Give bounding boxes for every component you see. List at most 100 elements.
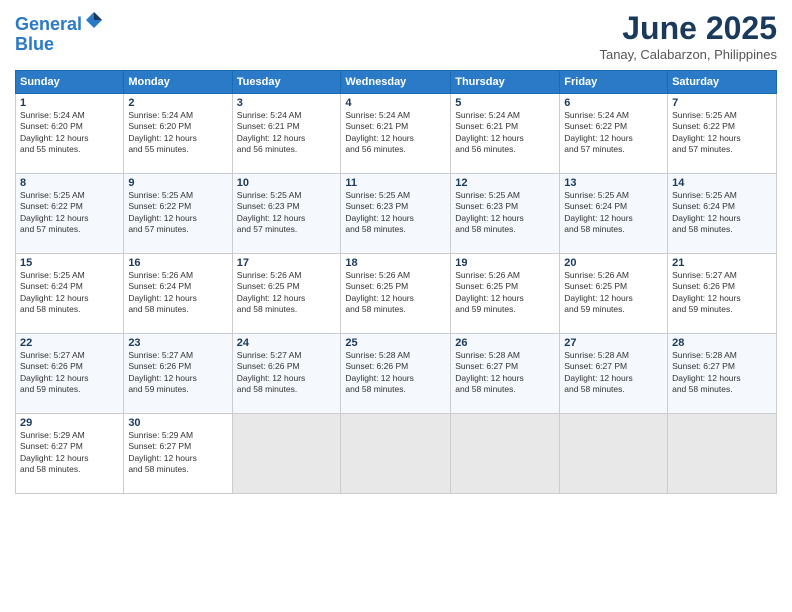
- day-number: 18: [345, 257, 446, 269]
- table-row: 2Sunrise: 5:24 AMSunset: 6:20 PMDaylight…: [124, 94, 232, 174]
- day-info: Sunrise: 5:27 AMSunset: 6:26 PMDaylight:…: [237, 350, 337, 396]
- day-number: 11: [345, 177, 446, 189]
- day-info: Sunrise: 5:27 AMSunset: 6:26 PMDaylight:…: [20, 350, 119, 396]
- table-row: [451, 414, 560, 494]
- table-row: 12Sunrise: 5:25 AMSunset: 6:23 PMDayligh…: [451, 174, 560, 254]
- table-row: 13Sunrise: 5:25 AMSunset: 6:24 PMDayligh…: [560, 174, 668, 254]
- day-number: 27: [564, 337, 663, 349]
- day-number: 28: [672, 337, 772, 349]
- day-number: 2: [128, 97, 227, 109]
- day-header-row: Sunday Monday Tuesday Wednesday Thursday…: [16, 71, 777, 94]
- table-row: 28Sunrise: 5:28 AMSunset: 6:27 PMDayligh…: [668, 334, 777, 414]
- table-row: 15Sunrise: 5:25 AMSunset: 6:24 PMDayligh…: [16, 254, 124, 334]
- table-row: 30Sunrise: 5:29 AMSunset: 6:27 PMDayligh…: [124, 414, 232, 494]
- day-info: Sunrise: 5:26 AMSunset: 6:25 PMDaylight:…: [345, 270, 446, 316]
- logo-icon: [84, 10, 104, 30]
- logo: General Blue: [15, 10, 104, 55]
- day-info: Sunrise: 5:25 AMSunset: 6:24 PMDaylight:…: [564, 190, 663, 236]
- calendar-week-row: 1Sunrise: 5:24 AMSunset: 6:20 PMDaylight…: [16, 94, 777, 174]
- day-info: Sunrise: 5:26 AMSunset: 6:24 PMDaylight:…: [128, 270, 227, 316]
- day-number: 22: [20, 337, 119, 349]
- table-row: 29Sunrise: 5:29 AMSunset: 6:27 PMDayligh…: [16, 414, 124, 494]
- table-row: 17Sunrise: 5:26 AMSunset: 6:25 PMDayligh…: [232, 254, 341, 334]
- table-row: 21Sunrise: 5:27 AMSunset: 6:26 PMDayligh…: [668, 254, 777, 334]
- day-number: 19: [455, 257, 555, 269]
- table-row: 19Sunrise: 5:26 AMSunset: 6:25 PMDayligh…: [451, 254, 560, 334]
- table-row: 1Sunrise: 5:24 AMSunset: 6:20 PMDaylight…: [16, 94, 124, 174]
- day-number: 30: [128, 417, 227, 429]
- day-info: Sunrise: 5:24 AMSunset: 6:21 PMDaylight:…: [345, 110, 446, 156]
- day-info: Sunrise: 5:27 AMSunset: 6:26 PMDaylight:…: [128, 350, 227, 396]
- table-row: 6Sunrise: 5:24 AMSunset: 6:22 PMDaylight…: [560, 94, 668, 174]
- day-number: 6: [564, 97, 663, 109]
- month-title: June 2025: [599, 10, 777, 47]
- table-row: [232, 414, 341, 494]
- day-info: Sunrise: 5:29 AMSunset: 6:27 PMDaylight:…: [20, 430, 119, 476]
- table-row: 5Sunrise: 5:24 AMSunset: 6:21 PMDaylight…: [451, 94, 560, 174]
- day-number: 7: [672, 97, 772, 109]
- day-info: Sunrise: 5:24 AMSunset: 6:22 PMDaylight:…: [564, 110, 663, 156]
- day-info: Sunrise: 5:25 AMSunset: 6:24 PMDaylight:…: [20, 270, 119, 316]
- table-row: 11Sunrise: 5:25 AMSunset: 6:23 PMDayligh…: [341, 174, 451, 254]
- col-friday: Friday: [560, 71, 668, 94]
- logo-line1: General: [15, 14, 82, 34]
- day-info: Sunrise: 5:28 AMSunset: 6:27 PMDaylight:…: [672, 350, 772, 396]
- table-row: 26Sunrise: 5:28 AMSunset: 6:27 PMDayligh…: [451, 334, 560, 414]
- day-info: Sunrise: 5:24 AMSunset: 6:20 PMDaylight:…: [20, 110, 119, 156]
- day-info: Sunrise: 5:25 AMSunset: 6:24 PMDaylight:…: [672, 190, 772, 236]
- day-number: 16: [128, 257, 227, 269]
- day-number: 10: [237, 177, 337, 189]
- table-row: 27Sunrise: 5:28 AMSunset: 6:27 PMDayligh…: [560, 334, 668, 414]
- page: General Blue June 2025 Tanay, Calabarzon…: [0, 0, 792, 612]
- calendar-body: 1Sunrise: 5:24 AMSunset: 6:20 PMDaylight…: [16, 94, 777, 494]
- col-sunday: Sunday: [16, 71, 124, 94]
- col-tuesday: Tuesday: [232, 71, 341, 94]
- col-monday: Monday: [124, 71, 232, 94]
- table-row: 7Sunrise: 5:25 AMSunset: 6:22 PMDaylight…: [668, 94, 777, 174]
- col-thursday: Thursday: [451, 71, 560, 94]
- day-number: 17: [237, 257, 337, 269]
- day-info: Sunrise: 5:24 AMSunset: 6:20 PMDaylight:…: [128, 110, 227, 156]
- day-info: Sunrise: 5:26 AMSunset: 6:25 PMDaylight:…: [564, 270, 663, 316]
- day-number: 9: [128, 177, 227, 189]
- table-row: 10Sunrise: 5:25 AMSunset: 6:23 PMDayligh…: [232, 174, 341, 254]
- day-number: 23: [128, 337, 227, 349]
- header: General Blue June 2025 Tanay, Calabarzon…: [15, 10, 777, 62]
- day-number: 15: [20, 257, 119, 269]
- table-row: 4Sunrise: 5:24 AMSunset: 6:21 PMDaylight…: [341, 94, 451, 174]
- logo-text: General Blue: [15, 10, 104, 55]
- table-row: [668, 414, 777, 494]
- day-number: 24: [237, 337, 337, 349]
- col-saturday: Saturday: [668, 71, 777, 94]
- day-number: 4: [345, 97, 446, 109]
- logo-line2: Blue: [15, 34, 54, 54]
- table-row: 3Sunrise: 5:24 AMSunset: 6:21 PMDaylight…: [232, 94, 341, 174]
- table-row: 16Sunrise: 5:26 AMSunset: 6:24 PMDayligh…: [124, 254, 232, 334]
- calendar-week-row: 15Sunrise: 5:25 AMSunset: 6:24 PMDayligh…: [16, 254, 777, 334]
- day-info: Sunrise: 5:26 AMSunset: 6:25 PMDaylight:…: [237, 270, 337, 316]
- day-number: 13: [564, 177, 663, 189]
- day-number: 21: [672, 257, 772, 269]
- calendar-week-row: 22Sunrise: 5:27 AMSunset: 6:26 PMDayligh…: [16, 334, 777, 414]
- calendar-week-row: 8 Sunrise: 5:25 AMSunset: 6:22 PMDaylight…: [16, 174, 777, 254]
- day-info: Sunrise: 5:24 AMSunset: 6:21 PMDaylight:…: [455, 110, 555, 156]
- day-info: Sunrise: 5:24 AMSunset: 6:21 PMDaylight:…: [237, 110, 337, 156]
- day-number: 14: [672, 177, 772, 189]
- day-number: 12: [455, 177, 555, 189]
- day-info: Sunrise: 5:28 AMSunset: 6:27 PMDaylight:…: [564, 350, 663, 396]
- table-row: 14Sunrise: 5:25 AMSunset: 6:24 PMDayligh…: [668, 174, 777, 254]
- location-subtitle: Tanay, Calabarzon, Philippines: [599, 47, 777, 62]
- day-info: Sunrise: 5:29 AMSunset: 6:27 PMDaylight:…: [128, 430, 227, 476]
- table-row: 25Sunrise: 5:28 AMSunset: 6:26 PMDayligh…: [341, 334, 451, 414]
- day-info: Sunrise: 5:25 AMSunset: 6:23 PMDaylight:…: [237, 190, 337, 236]
- day-number: 1: [20, 97, 119, 109]
- day-info: Sunrise: 5:25 AMSunset: 6:22 PMDaylight:…: [128, 190, 227, 236]
- day-number: 5: [455, 97, 555, 109]
- table-row: 23Sunrise: 5:27 AMSunset: 6:26 PMDayligh…: [124, 334, 232, 414]
- col-wednesday: Wednesday: [341, 71, 451, 94]
- table-row: 9Sunrise: 5:25 AMSunset: 6:22 PMDaylight…: [124, 174, 232, 254]
- day-info: Sunrise: 5:26 AMSunset: 6:25 PMDaylight:…: [455, 270, 555, 316]
- day-info: Sunrise: 5:27 AMSunset: 6:26 PMDaylight:…: [672, 270, 772, 316]
- day-number: 29: [20, 417, 119, 429]
- day-number: 8: [20, 177, 119, 189]
